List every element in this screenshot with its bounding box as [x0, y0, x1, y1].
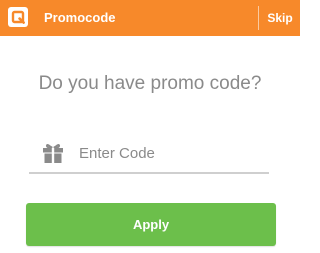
promo-question-heading: Do you have promo code?: [38, 73, 262, 94]
q-logo-icon: [8, 7, 28, 27]
promo-code-input[interactable]: [79, 140, 265, 166]
promo-code-field: [29, 134, 269, 174]
apply-button[interactable]: Apply: [26, 203, 276, 246]
skip-button[interactable]: Skip: [262, 10, 298, 26]
header-divider: [258, 6, 259, 30]
q-logo-glyph: [11, 10, 25, 24]
page-title: Promocode: [44, 10, 116, 25]
gift-icon: [41, 140, 65, 164]
top-app-bar: Promocode Skip: [0, 0, 300, 36]
